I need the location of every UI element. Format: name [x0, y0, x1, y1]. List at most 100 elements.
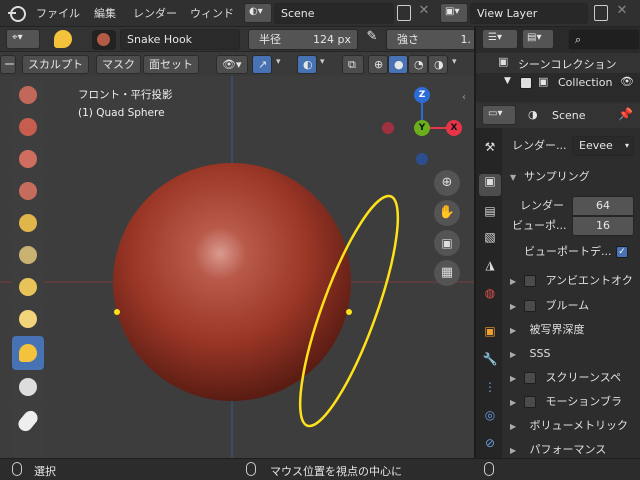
render-engine-dropdown[interactable]: Eevee ▾ — [572, 136, 634, 156]
shading-wireframe-icon[interactable]: ⊕ — [368, 55, 388, 74]
particles-tab-icon[interactable]: ⋮ — [479, 380, 501, 402]
grid-ortho-icon[interactable]: ▦ — [434, 260, 460, 286]
outliner-filter-button[interactable]: ▤▾ — [522, 29, 554, 49]
overlays-icon[interactable]: ◐ — [297, 55, 317, 74]
camera-view-icon[interactable]: ▣ — [434, 230, 460, 256]
viewport-samples-field[interactable]: 16 — [572, 216, 634, 236]
modifier-tab-icon[interactable]: 🔧 — [479, 352, 501, 374]
active-tool-icon[interactable] — [54, 30, 72, 48]
view-layer-tab-icon[interactable]: ▧ — [479, 230, 501, 252]
panel-performance[interactable]: ▶ パフォーマンス — [506, 439, 640, 458]
gizmo-x-axis[interactable]: X — [446, 120, 462, 136]
scene-tab-icon[interactable]: ◮ — [479, 258, 501, 280]
outliner-scene-collection-row[interactable]: ▣ シーンコレクション — [476, 53, 640, 73]
zoom-icon[interactable]: ⊕ — [434, 170, 460, 196]
motion-blur-checkbox[interactable] — [524, 396, 536, 408]
scene-selector-button[interactable]: ◐▾ — [244, 3, 272, 23]
transform-gizmo-icon[interactable]: ↗ — [252, 55, 272, 74]
menu-face-sets[interactable]: 面セット — [143, 55, 199, 74]
editor-type-button[interactable]: ⌖▾ — [6, 29, 40, 49]
xray-toggle-icon[interactable]: ⧉ — [342, 55, 364, 74]
crease-brush-icon[interactable] — [12, 304, 44, 334]
panel-screen-space-reflections[interactable]: ▶ スクリーンスペ — [506, 367, 640, 389]
radius-slider[interactable]: 半径 124 px — [248, 29, 358, 50]
menu-mask[interactable]: マスク — [96, 55, 141, 74]
constraints-tab-icon[interactable]: ⊘ — [479, 436, 501, 458]
shading-solid-icon[interactable]: ● — [388, 55, 408, 74]
snake-hook-brush-icon[interactable] — [12, 336, 44, 370]
expand-arrow-icon[interactable]: ▼ — [504, 76, 511, 86]
visibility-eye-icon[interactable]: 👁 — [620, 75, 634, 88]
menu-render[interactable]: レンダー — [133, 0, 177, 27]
strength-slider[interactable]: 強さ 1. — [386, 29, 476, 50]
pin-icon[interactable]: 📌 — [618, 107, 633, 121]
outliner-editor-type-button[interactable]: ☰▾ — [482, 29, 518, 49]
world-tab-icon[interactable]: ◍ — [479, 286, 501, 308]
copy-view-layer-icon[interactable] — [594, 5, 608, 21]
pose-brush-icon[interactable] — [12, 404, 44, 458]
panel-depth-of-field[interactable]: ▶ 被写界深度 — [506, 319, 640, 341]
shading-rendered-icon[interactable]: ◑ — [428, 55, 448, 74]
collapse-sidebar-icon[interactable]: ‹ — [462, 92, 474, 106]
shading-material-icon[interactable]: ◔ — [408, 55, 428, 74]
gizmo-y-axis[interactable]: Y — [414, 120, 430, 136]
pressure-pen-icon[interactable]: ✎ — [362, 29, 382, 50]
close-view-layer-icon[interactable]: ✕ — [614, 3, 630, 23]
ao-checkbox[interactable] — [524, 275, 536, 287]
gizmo-dropdown-icon[interactable]: ▾ — [276, 57, 288, 67]
collection-checkbox[interactable] — [520, 77, 532, 89]
pan-hand-icon[interactable]: ✋ — [434, 200, 460, 226]
clay-brush-icon[interactable] — [12, 144, 44, 174]
panel-sss[interactable]: ▶ SSS — [506, 343, 640, 365]
outliner-collection-row[interactable]: ▼ ▣ Collection 👁 — [476, 73, 640, 93]
layer-brush-icon[interactable] — [12, 208, 44, 238]
output-tab-icon[interactable]: ▤ — [479, 204, 501, 226]
render-tab-icon[interactable]: ▣ — [479, 174, 501, 196]
panel-bloom[interactable]: ▶ ブルーム — [506, 295, 640, 317]
outliner-search-field[interactable]: ⌕ — [568, 29, 640, 50]
bloom-checkbox[interactable] — [524, 300, 536, 312]
blender-logo-icon[interactable] — [10, 6, 26, 22]
gizmo-z-axis[interactable]: Z — [414, 87, 430, 103]
menu-edit[interactable]: 編集 — [94, 0, 116, 27]
draw-brush-icon[interactable] — [12, 80, 44, 110]
inflate-brush-icon[interactable] — [12, 240, 44, 270]
thumb-brush-icon[interactable] — [12, 372, 44, 402]
tool-tab-icon[interactable]: ⚒ — [479, 140, 501, 162]
brush-preview-icon[interactable] — [92, 30, 116, 50]
physics-tab-icon[interactable]: ◎ — [479, 408, 501, 430]
sampling-panel-header[interactable]: ▼ サンプリング — [506, 166, 640, 188]
panel-volumetrics[interactable]: ▶ ボリューメトリック — [506, 415, 640, 437]
menu-view-partial[interactable]: ー — [0, 55, 16, 74]
menu-window[interactable]: ウィンド — [190, 0, 240, 27]
object-tab-icon[interactable]: ▣ — [479, 324, 501, 346]
clay-strips-brush-icon[interactable] — [12, 176, 44, 206]
menu-sculpt[interactable]: スカルプト — [22, 55, 89, 74]
gizmo-neg-x-axis[interactable] — [382, 122, 394, 134]
top-bar: ファイル 編集 レンダー ウィンド ◐▾ Scene ✕ ▣▾ View Lay… — [0, 0, 640, 27]
search-icon: ⌕ — [575, 33, 582, 46]
close-scene-icon[interactable]: ✕ — [416, 3, 432, 23]
render-samples-field[interactable]: 64 — [572, 196, 634, 216]
view-layer-field[interactable]: View Layer — [470, 3, 588, 24]
copy-scene-icon[interactable] — [397, 5, 411, 21]
scene-name-field[interactable]: Scene — [274, 3, 394, 24]
ssr-checkbox[interactable] — [524, 372, 536, 384]
menu-file[interactable]: ファイル — [36, 0, 80, 27]
view-layer-selector-button[interactable]: ▣▾ — [440, 3, 468, 23]
blob-brush-icon[interactable] — [12, 272, 44, 302]
viewport-denoise-checkbox[interactable]: ✓ — [616, 246, 628, 258]
panel-motion-blur[interactable]: ▶ モーションブラ — [506, 391, 640, 413]
overlays-dropdown-icon[interactable]: ▾ — [320, 57, 332, 67]
properties-editor-type-button[interactable]: ▭▾ — [482, 105, 516, 125]
draw-sharp-brush-icon[interactable] — [12, 112, 44, 142]
viewport-canvas[interactable] — [0, 52, 474, 458]
brush-name-field[interactable]: Snake Hook — [120, 29, 240, 50]
mouse-left-icon — [12, 462, 22, 476]
gizmo-neg-z-axis[interactable] — [416, 153, 428, 165]
quad-sphere-mesh[interactable] — [113, 163, 351, 401]
3d-viewport[interactable]: フロント・平行投影 (1) Quad Sphere Z Y X ‹ ⊕ ✋ ▣ … — [0, 52, 474, 458]
panel-ambient-occlusion[interactable]: ▶ アンビエントオク — [506, 270, 640, 292]
visibility-eye-icon[interactable]: 👁▾ — [216, 55, 248, 74]
shading-dropdown-icon[interactable]: ▾ — [452, 57, 464, 67]
